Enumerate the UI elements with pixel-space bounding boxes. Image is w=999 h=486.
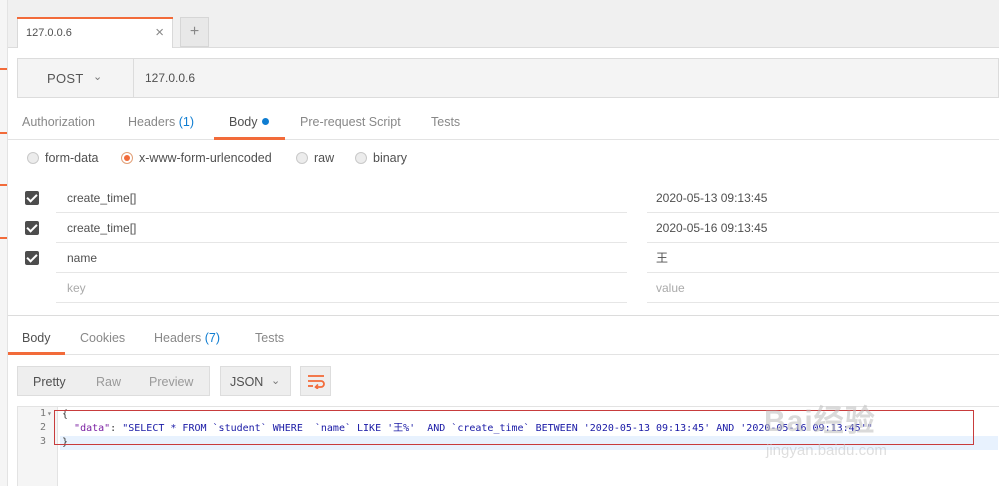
response-divider — [8, 315, 999, 316]
wrap-lines-button[interactable] — [300, 366, 331, 396]
sidebar-marker — [0, 68, 7, 70]
code-line: "data": "SELECT * FROM `student` WHERE `… — [62, 422, 873, 436]
checkbox-checked-icon[interactable] — [25, 191, 39, 205]
request-tabs: Authorization Headers (1) Body Pre-reque… — [8, 104, 999, 140]
sidebar-marker — [0, 132, 7, 134]
sidebar-edge — [0, 0, 8, 486]
url-input[interactable] — [135, 59, 997, 97]
code-content: { "data": "SELECT * FROM `student` WHERE… — [60, 407, 998, 462]
tab-authorization[interactable]: Authorization — [22, 115, 95, 129]
body-type-binary[interactable]: binary — [355, 151, 407, 165]
code-value: "SELECT * FROM `student` WHERE `name` LI… — [122, 423, 873, 434]
request-tab[interactable]: 127.0.0.6 × — [17, 17, 173, 48]
response-tabs: Body Cookies Headers (7) Tests — [8, 320, 999, 355]
tab-body[interactable]: Body — [229, 115, 269, 129]
param-key[interactable]: create_time[] — [56, 213, 627, 243]
code-colon: : — [110, 423, 123, 434]
wrap-lines-icon — [308, 375, 325, 389]
fold-arrow-icon[interactable]: ▾ — [47, 409, 52, 418]
format-pretty-button[interactable]: Pretty — [33, 375, 66, 389]
radio-icon — [27, 152, 39, 164]
code-brace-close: } — [62, 437, 69, 448]
params-table: create_time[] 2020-05-13 09:13:45 create… — [17, 183, 999, 303]
format-preview-button[interactable]: Preview — [149, 375, 193, 389]
tab-cookies[interactable]: Cookies — [80, 331, 125, 345]
active-tab-underline — [8, 352, 65, 355]
table-row-new: key value — [17, 273, 999, 303]
code-key: "data" — [74, 423, 111, 434]
line-number-gutter: 1 ▾ 2 3 — [18, 407, 58, 486]
checkbox-checked-icon[interactable] — [25, 221, 39, 235]
plus-icon[interactable]: + — [180, 17, 209, 47]
active-tab-underline — [214, 137, 285, 140]
tab-headers[interactable]: Headers (1) — [128, 115, 194, 129]
tab-pre-request-script[interactable]: Pre-request Script — [300, 115, 401, 129]
param-value[interactable]: 2020-05-13 09:13:45 — [647, 183, 999, 213]
code-line-current: } — [60, 436, 998, 450]
method-label: POST — [47, 71, 84, 86]
radio-icon — [296, 152, 308, 164]
body-type-form-data[interactable]: form-data — [27, 151, 99, 165]
language-select[interactable]: JSON ⌄ — [220, 366, 291, 396]
chevron-down-icon: ⌄ — [93, 71, 103, 83]
tab-response-headers-count: (7) — [204, 331, 221, 345]
code-line: { — [62, 408, 68, 422]
table-row: create_time[] 2020-05-13 09:13:45 — [17, 183, 999, 213]
tab-response-headers-label: Headers — [154, 331, 202, 345]
method-select[interactable]: POST ⌄ — [18, 59, 134, 97]
body-type-raw[interactable]: raw — [296, 151, 334, 165]
checkbox-checked-icon[interactable] — [25, 251, 39, 265]
line-number: 2 — [39, 422, 46, 433]
radio-icon — [355, 152, 367, 164]
tab-active-indicator — [17, 17, 173, 19]
modified-dot-icon — [261, 118, 269, 125]
table-row: create_time[] 2020-05-16 09:13:45 — [17, 213, 999, 243]
tab-headers-count: (1) — [178, 115, 195, 129]
language-label: JSON — [230, 375, 264, 389]
param-value[interactable]: 王 — [647, 243, 999, 273]
line-number: 1 — [39, 408, 46, 419]
tab-headers-label: Headers — [128, 115, 176, 129]
tab-body-label: Body — [229, 115, 258, 129]
format-toggle: Pretty Raw Preview — [17, 366, 210, 396]
tab-response-body[interactable]: Body — [22, 331, 51, 345]
body-type-label: raw — [314, 151, 335, 165]
chevron-down-icon: ⌄ — [271, 375, 281, 387]
new-value-field[interactable]: value — [647, 273, 999, 303]
new-key-field[interactable]: key — [56, 273, 627, 303]
sidebar-marker — [0, 237, 7, 239]
radio-selected-icon — [121, 152, 133, 164]
body-type-label: form-data — [45, 151, 99, 165]
url-bar: POST ⌄ — [17, 58, 999, 98]
tab-response-tests[interactable]: Tests — [255, 331, 284, 345]
param-key[interactable]: name — [56, 243, 627, 273]
code-brace-open: { — [62, 409, 69, 420]
request-tab-bar: 127.0.0.6 × + — [8, 0, 999, 48]
response-editor[interactable]: 1 ▾ 2 3 { "data": "SELECT * FROM `studen… — [17, 406, 999, 486]
param-key[interactable]: create_time[] — [56, 183, 627, 213]
body-type-urlencoded[interactable]: x-www-form-urlencoded — [121, 151, 272, 165]
tab-response-headers[interactable]: Headers (7) — [154, 331, 220, 345]
request-tab-label: 127.0.0.6 — [26, 27, 72, 39]
close-icon[interactable]: × — [155, 24, 164, 41]
line-number: 3 — [39, 436, 46, 447]
tab-tests[interactable]: Tests — [431, 115, 460, 129]
body-type-label: x-www-form-urlencoded — [139, 151, 272, 165]
sidebar-marker — [0, 184, 7, 186]
param-value[interactable]: 2020-05-16 09:13:45 — [647, 213, 999, 243]
body-type-label: binary — [373, 151, 408, 165]
format-raw-button[interactable]: Raw — [96, 375, 121, 389]
table-row: name 王 — [17, 243, 999, 273]
